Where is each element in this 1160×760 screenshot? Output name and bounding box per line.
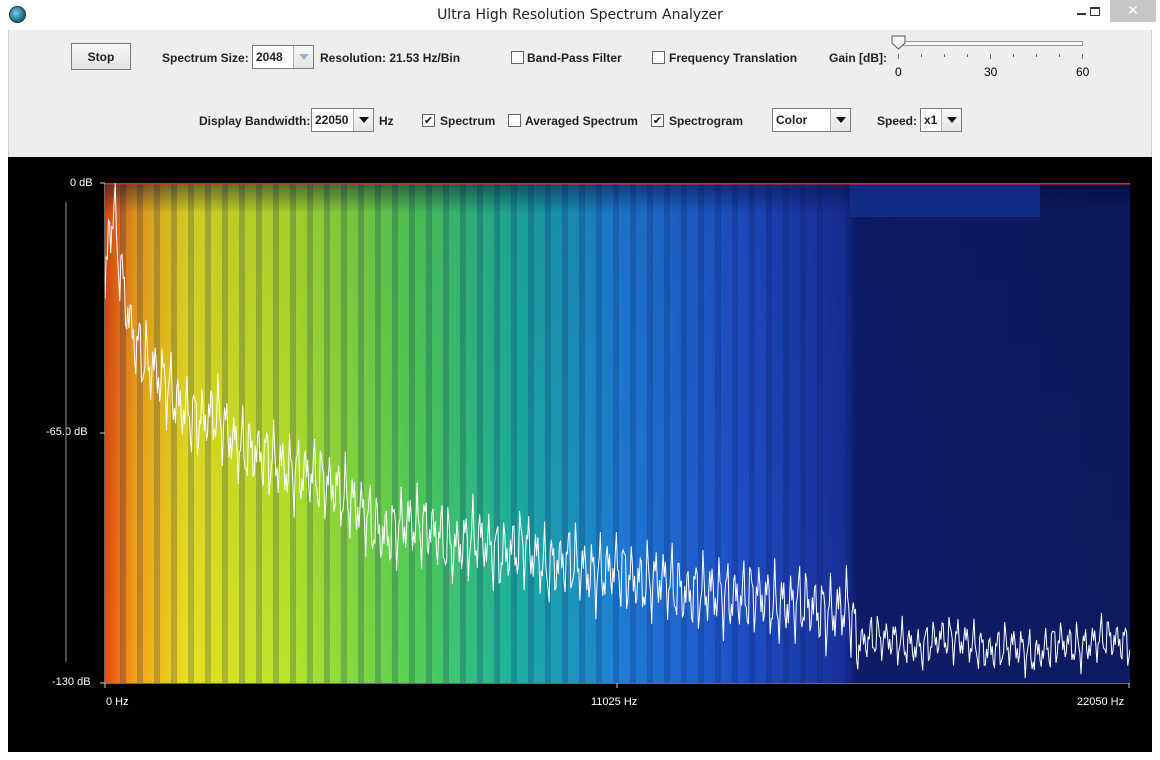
gain-tick bbox=[990, 54, 991, 59]
speed-label: Speed: bbox=[877, 114, 918, 128]
gain-label: Gain [dB]: bbox=[829, 51, 887, 65]
spectrum-size-label: Spectrum Size: bbox=[162, 51, 249, 65]
color-mode-value: Color bbox=[776, 113, 808, 127]
gain-tick bbox=[1059, 54, 1060, 57]
spectrum-display: 0 dB -65.0 dB -130 dB 0 Hz 11025 Hz 2205… bbox=[8, 157, 1152, 752]
band-pass-label: Band-Pass Filter bbox=[527, 51, 622, 65]
display-bandwidth-select[interactable]: 22050 bbox=[311, 108, 374, 132]
title-bar: Ultra High Resolution Spectrum Analyzer … bbox=[0, 0, 1160, 30]
frequency-translation-checkbox[interactable] bbox=[652, 51, 665, 64]
spectrum-chart bbox=[105, 183, 1130, 683]
averaged-spectrum-label: Averaged Spectrum bbox=[525, 114, 638, 128]
spectrogram-block bbox=[850, 183, 1040, 217]
maximize-icon bbox=[1090, 6, 1100, 16]
display-bandwidth-value: 22050 bbox=[315, 113, 349, 127]
gain-slider-thumb[interactable] bbox=[891, 35, 906, 50]
spectrum-size-value: 2048 bbox=[256, 50, 283, 64]
stop-button[interactable]: Stop bbox=[71, 43, 131, 70]
chevron-down-icon bbox=[353, 109, 373, 131]
maximize-button[interactable] bbox=[1078, 0, 1112, 22]
x-tick-label-mid: 11025 Hz bbox=[591, 696, 638, 708]
spectrogram-label: Spectrogram bbox=[669, 114, 744, 128]
close-button[interactable]: ✕ bbox=[1110, 0, 1156, 22]
band-pass-checkbox[interactable] bbox=[511, 51, 524, 64]
gain-tick-label: 60 bbox=[1076, 65, 1090, 79]
gain-tick-label: 0 bbox=[895, 65, 902, 79]
spectrum-label: Spectrum bbox=[440, 114, 496, 128]
gain-tick-label: 30 bbox=[984, 65, 998, 79]
color-mode-select[interactable]: Color bbox=[772, 108, 851, 132]
window-title: Ultra High Resolution Spectrum Analyzer bbox=[437, 7, 723, 23]
display-bandwidth-label: Display Bandwidth: bbox=[199, 114, 311, 128]
hz-unit-label: Hz bbox=[379, 114, 394, 128]
control-panel: Stop Spectrum Size: 2048 Resolution: 21.… bbox=[8, 30, 1152, 157]
speed-select[interactable]: x1 bbox=[920, 108, 962, 132]
spectrogram-checkbox[interactable]: ✔ bbox=[651, 114, 664, 127]
gain-tick bbox=[944, 54, 945, 57]
gain-tick bbox=[898, 54, 899, 59]
averaged-spectrum-checkbox[interactable] bbox=[508, 114, 521, 127]
gain-slider-track[interactable] bbox=[898, 41, 1083, 46]
spectrum-size-select[interactable]: 2048 bbox=[252, 45, 314, 69]
gain-tick bbox=[1036, 54, 1037, 57]
frequency-translation-label: Frequency Translation bbox=[669, 51, 798, 65]
spectrogram-plot[interactable] bbox=[105, 183, 1130, 683]
x-tick-label-right: 22050 Hz bbox=[1077, 696, 1125, 708]
gain-tick bbox=[967, 54, 968, 57]
gain-tick bbox=[921, 54, 922, 57]
chevron-down-icon bbox=[941, 109, 961, 131]
gain-tick bbox=[1013, 54, 1014, 57]
chevron-down-icon bbox=[293, 46, 313, 68]
gain-tick bbox=[1082, 54, 1083, 59]
speed-value: x1 bbox=[924, 113, 938, 127]
spectrum-checkbox[interactable]: ✔ bbox=[422, 114, 435, 127]
x-tick-label-left: 0 Hz bbox=[106, 696, 129, 708]
chevron-down-icon bbox=[830, 109, 850, 131]
close-icon: ✕ bbox=[1127, 3, 1139, 19]
resolution-text: Resolution: 21.53 Hz/Bin bbox=[320, 51, 461, 65]
